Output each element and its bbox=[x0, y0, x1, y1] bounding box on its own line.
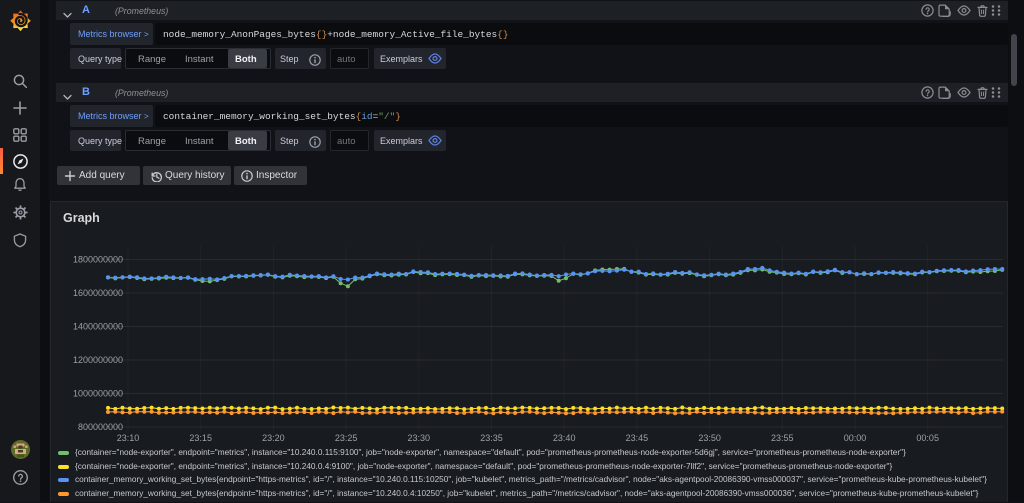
svg-text:23:45: 23:45 bbox=[626, 433, 649, 443]
svg-text:23:10: 23:10 bbox=[117, 433, 140, 443]
svg-text:1000000000: 1000000000 bbox=[73, 389, 123, 399]
svg-text:800000000: 800000000 bbox=[78, 422, 123, 432]
svg-text:23:25: 23:25 bbox=[335, 433, 358, 443]
svg-text:23:15: 23:15 bbox=[189, 433, 212, 443]
svg-text:23:40: 23:40 bbox=[553, 433, 576, 443]
svg-text:00:00: 00:00 bbox=[844, 433, 867, 443]
svg-text:23:55: 23:55 bbox=[771, 433, 794, 443]
svg-text:23:20: 23:20 bbox=[262, 433, 285, 443]
svg-text:1600000000: 1600000000 bbox=[73, 288, 123, 298]
svg-text:1400000000: 1400000000 bbox=[73, 322, 123, 332]
svg-text:1800000000: 1800000000 bbox=[73, 255, 123, 265]
svg-text:00:05: 00:05 bbox=[916, 433, 939, 443]
svg-text:1200000000: 1200000000 bbox=[73, 355, 123, 365]
svg-text:23:35: 23:35 bbox=[480, 433, 503, 443]
svg-text:23:30: 23:30 bbox=[408, 433, 431, 443]
svg-text:23:50: 23:50 bbox=[698, 433, 721, 443]
